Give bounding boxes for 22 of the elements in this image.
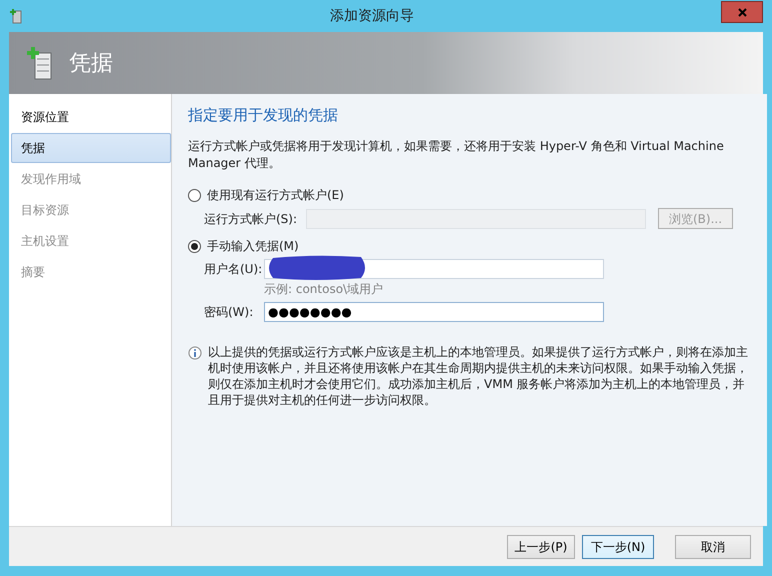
page-title: 凭据: [69, 50, 113, 78]
radio-label[interactable]: 手动输入凭据(M): [207, 237, 299, 255]
password-field[interactable]: ●●●●●●●●: [264, 302, 604, 322]
close-button[interactable]: [721, 1, 763, 23]
wizard-button[interactable]: 上一步(P): [507, 534, 575, 558]
info-text: 以上提供的凭据或运行方式帐户应该是主机上的本地管理员。如果提供了运行方式帐户，则将在添加主机时使用该帐户，并且还将使用该帐户在其生命周期内提供主机的未来访问权限。如果手动输入凭据，则仅在添加主机时才会使用它们。成功添加主机后，VMM 服务帐户将添加为主机上的本地管理员，并且用于提供对主机的任何进一步访问权限。: [208, 344, 749, 408]
field-label: 运行方式帐户(S):: [204, 210, 298, 228]
hint-text: 示例: contoso\域用户: [264, 281, 384, 298]
radio-button[interactable]: [188, 188, 201, 202]
description-text: 运行方式帐户或凭据将用于发现计算机，如果需要，还将用于安装 Hyper-V 角色和 Virtual Machine Manager 代理。: [188, 138, 725, 172]
wizard-button[interactable]: 下一步(N): [582, 534, 654, 558]
app-icon: [9, 8, 23, 24]
sidebar-item[interactable]: 凭据: [11, 133, 171, 163]
close-icon: [738, 8, 746, 16]
window-title: 添加资源向导: [329, 6, 415, 26]
field-label: 密码(W):: [204, 304, 254, 321]
sidebar-item[interactable]: 资源位置: [11, 102, 171, 132]
radio-button[interactable]: [188, 240, 201, 252]
info-icon: [188, 346, 202, 360]
section-heading: 指定要用于发现的凭据: [188, 106, 339, 124]
radio-label[interactable]: 使用现有运行方式帐户(E): [207, 186, 344, 204]
wizard-button[interactable]: 取消: [675, 534, 751, 558]
